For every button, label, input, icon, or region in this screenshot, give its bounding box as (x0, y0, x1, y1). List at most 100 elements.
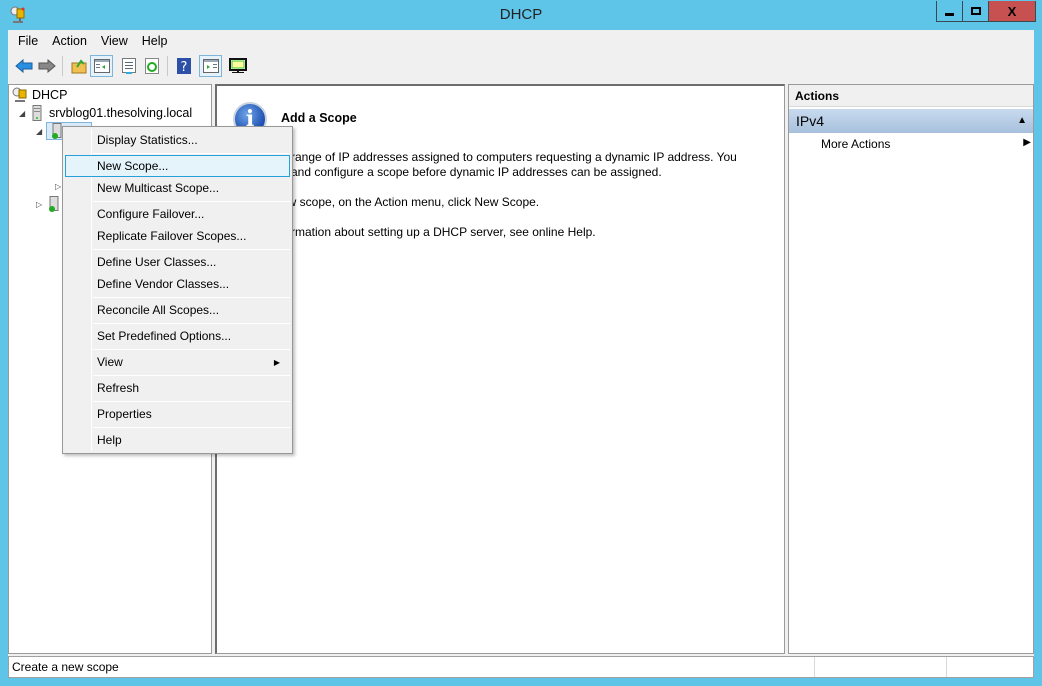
collapsed-arrow-icon[interactable]: ▷ (36, 200, 46, 209)
toolbar-separator (62, 56, 63, 76)
close-icon: X (1007, 3, 1017, 19)
monitor-icon (228, 58, 247, 73)
tree-label: srvblog01.thesolving.local (49, 106, 193, 120)
show-hide-action-pane-icon (202, 59, 219, 73)
menu-item-label: View (97, 355, 123, 369)
menu-item-properties[interactable]: Properties (65, 403, 290, 425)
status-cell (815, 657, 947, 677)
menu-bar: File Action View Help (8, 30, 1034, 52)
menu-item-label: Reconcile All Scopes... (97, 303, 220, 317)
actions-pane: Actions IPv4 ▲ More Actions ▶ (788, 84, 1034, 654)
submenu-arrow-icon: ▶ (1023, 137, 1031, 148)
context-menu: Display Statistics... New Scope... New M… (62, 126, 293, 454)
menu-item-label: Set Predefined Options... (97, 329, 232, 343)
menu-item-label: Display Statistics... (97, 133, 198, 147)
menu-separator (93, 297, 290, 298)
toolbar-separator (167, 56, 168, 76)
minimize-icon (945, 12, 954, 16)
menu-item-label: Refresh (97, 381, 140, 395)
menu-item-replicate-failover-scopes[interactable]: Replicate Failover Scopes... (65, 225, 290, 247)
dhcp-icon (12, 87, 28, 103)
menu-item-label: New Multicast Scope... (97, 181, 220, 195)
menu-file[interactable]: File (11, 34, 45, 48)
instruction-line: ew scope, on the Action menu, click New … (281, 195, 540, 209)
forward-button[interactable] (35, 55, 58, 77)
menu-item-label: Help (97, 433, 122, 447)
ipv6-server-icon (46, 196, 62, 212)
show-hide-console-tree-icon (93, 59, 110, 73)
tree-label: DHCP (32, 88, 68, 102)
menu-item-help[interactable]: Help (65, 429, 290, 451)
menu-action[interactable]: Action (45, 34, 94, 48)
actions-group-ipv4[interactable]: IPv4 ▲ (789, 109, 1033, 133)
back-icon (14, 59, 32, 73)
menu-view[interactable]: View (94, 34, 135, 48)
forward-icon (38, 59, 56, 73)
menu-item-define-vendor-classes[interactable]: Define Vendor Classes... (65, 273, 290, 295)
maximize-icon (970, 7, 981, 15)
tree-item-server[interactable]: ◢ srvblog01.thesolving.local (19, 104, 192, 122)
maximize-button[interactable] (963, 1, 989, 21)
menu-item-define-user-classes[interactable]: Define User Classes... (65, 251, 290, 273)
show-hide-console-tree-button[interactable] (90, 55, 113, 77)
menu-item-display-statistics[interactable]: Display Statistics... (65, 129, 290, 151)
expanded-arrow-icon[interactable]: ◢ (36, 127, 46, 136)
add-scope-heading: Add a Scope (281, 111, 357, 125)
menu-item-label: Replicate Failover Scopes... (97, 229, 247, 243)
more-actions-item[interactable]: More Actions ▶ (821, 137, 1031, 151)
refresh-button[interactable] (140, 55, 163, 77)
menu-item-reconcile-all-scopes[interactable]: Reconcile All Scopes... (65, 299, 290, 321)
menu-separator (93, 153, 290, 154)
back-button[interactable] (12, 55, 35, 77)
menu-item-label: Define Vendor Classes... (97, 277, 230, 291)
actions-header: Actions (789, 85, 1033, 107)
description-line: e and configure a scope before dynamic I… (281, 165, 662, 179)
status-bar: Create a new scope (8, 656, 1034, 678)
menu-separator (93, 375, 290, 376)
menu-separator (93, 427, 290, 428)
toolbar: ? (8, 53, 1034, 79)
show-hide-action-pane-button[interactable] (199, 55, 222, 77)
description-line: a range of IP addresses assigned to comp… (281, 150, 737, 164)
svg-text:?: ? (180, 60, 187, 74)
menu-item-set-predefined-options[interactable]: Set Predefined Options... (65, 325, 290, 347)
result-pane: i Add a Scope a range of IP addresses as… (215, 84, 785, 654)
more-actions-label: More Actions (821, 137, 891, 151)
refresh-icon (144, 58, 159, 74)
menu-separator (93, 401, 290, 402)
collapse-up-icon[interactable]: ▲ (1017, 115, 1027, 126)
menu-separator (93, 349, 290, 350)
up-folder-icon (71, 59, 86, 74)
actions-group-label: IPv4 (796, 113, 825, 129)
help-icon: ? (176, 58, 191, 74)
menu-item-configure-failover[interactable]: Configure Failover... (65, 203, 290, 225)
tree-item-dhcp[interactable]: DHCP (12, 86, 67, 104)
up-one-level-button[interactable] (67, 55, 90, 77)
help-line: formation about setting up a DHCP server… (281, 225, 596, 239)
minimize-button[interactable] (937, 1, 963, 21)
menu-item-refresh[interactable]: Refresh (65, 377, 290, 399)
menu-item-label: Define User Classes... (97, 255, 217, 269)
menu-item-label: Configure Failover... (97, 207, 205, 221)
status-cell (947, 657, 1033, 677)
title-bar: DHCP X (0, 0, 1042, 30)
expanded-arrow-icon[interactable]: ◢ (19, 109, 29, 118)
menu-item-label: Properties (97, 407, 152, 421)
status-text: Create a new scope (9, 657, 815, 677)
server-icon (29, 105, 45, 121)
submenu-arrow-icon: ▶ (273, 357, 280, 367)
menu-item-new-scope[interactable]: New Scope... (65, 155, 290, 177)
menu-item-view[interactable]: View ▶ (65, 351, 290, 373)
menu-item-label: New Scope... (97, 159, 169, 173)
window-title: DHCP (499, 6, 543, 23)
export-list-icon (121, 58, 136, 74)
menu-item-new-multicast-scope[interactable]: New Multicast Scope... (65, 177, 290, 199)
menu-help[interactable]: Help (135, 34, 175, 48)
help-button[interactable]: ? (172, 55, 195, 77)
export-list-button[interactable] (117, 55, 140, 77)
menu-separator (93, 323, 290, 324)
menu-separator (93, 249, 290, 250)
close-button[interactable]: X (989, 1, 1035, 21)
monitor-button[interactable] (226, 55, 249, 77)
menu-separator (93, 201, 290, 202)
